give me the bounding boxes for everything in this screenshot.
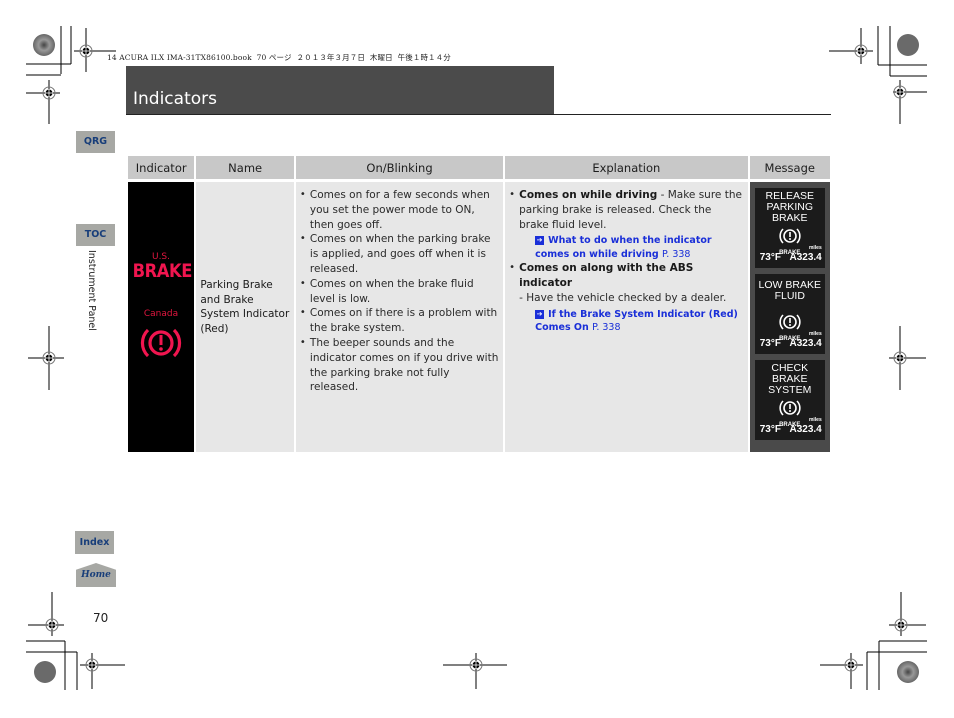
message-cell: RELEASE PARKING BRAKE BRAKE miles 73°F A… [749, 182, 830, 452]
message-display: RELEASE PARKING BRAKE BRAKE miles 73°F A… [754, 188, 825, 268]
name-cell: Parking Brake and Brake System Indicator… [196, 182, 294, 452]
message-display: LOW BRAKE FLUID BRAKE miles 73°F A323.4 [754, 274, 825, 354]
table-header-row: Indicator Name On/Blinking Explanation M… [128, 156, 830, 179]
temperature: 73°F [759, 338, 781, 350]
page-number: 70 [93, 611, 109, 625]
brake-warning-icon [140, 328, 182, 358]
toc-button[interactable]: TOC [76, 224, 115, 246]
header-indicator: Indicator [128, 156, 195, 179]
index-button[interactable]: Index [75, 531, 114, 554]
message-text: CHECK BRAKE SYSTEM [768, 362, 812, 396]
list-item: Comes on for a few seconds when you set … [296, 188, 499, 232]
odometer: A323.4 [789, 424, 822, 436]
link-text[interactable]: If the Brake System Indicator (Red) Come… [535, 309, 738, 334]
list-item: The beeper sounds and the indicator come… [296, 336, 499, 395]
message-display: CHECK BRAKE SYSTEM BRAKE miles 73°F A323… [754, 360, 825, 440]
indicator-table: Indicator Name On/Blinking Explanation M… [126, 156, 832, 452]
cross-reference-link[interactable]: ➔ What to do when the indicator comes on … [519, 234, 743, 261]
message-text: LOW BRAKE FLUID [758, 279, 821, 302]
section-label: Instrument Panel [86, 250, 97, 331]
brake-text-indicator: BRAKE [132, 260, 193, 282]
on-blinking-cell: Comes on for a few seconds when you set … [295, 182, 504, 452]
indicator-cell: U.S. BRAKE Canada [128, 182, 195, 452]
message-text: RELEASE PARKING BRAKE [765, 190, 814, 224]
explanation-heading: Comes on along with the ABS indicator [519, 262, 694, 290]
indicator-name: Parking Brake and Brake System Indicator… [200, 278, 290, 336]
cross-reference-link[interactable]: ➔ If the Brake System Indicator (Red) Com… [519, 308, 743, 335]
explanation-text: - Have the vehicle checked by a dealer. [519, 291, 727, 304]
link-page[interactable]: P. 338 [592, 322, 620, 333]
arrow-right-icon: ➔ [535, 236, 545, 246]
link-page[interactable]: P. 338 [662, 249, 690, 260]
qrg-button[interactable]: QRG [76, 131, 115, 153]
arrow-right-icon: ➔ [535, 309, 545, 319]
header-explanation: Explanation [505, 156, 748, 179]
odometer: A323.4 [789, 252, 822, 264]
temperature: 73°F [759, 424, 781, 436]
list-item: Comes on when the brake fluid level is l… [296, 277, 499, 307]
list-item: Comes on along with the ABS indicator - … [505, 261, 743, 334]
explanation-cell: Comes on while driving - Make sure the p… [505, 182, 748, 452]
print-header: 14 ACURA ILX IMA-31TX86100.book 70 ページ ２… [107, 53, 451, 62]
header-message: Message [749, 156, 830, 179]
home-button[interactable]: Home [76, 563, 116, 587]
explanation-heading: Comes on while driving [519, 189, 658, 201]
list-item: Comes on while driving - Make sure the p… [505, 188, 743, 261]
brake-warning-icon [779, 314, 801, 330]
header-name: Name [196, 156, 294, 179]
list-item: Comes on when the parking brake is appli… [296, 232, 499, 276]
brake-warning-icon [779, 228, 801, 244]
title-divider [126, 114, 831, 115]
odometer: A323.4 [789, 338, 822, 350]
home-label: Home [81, 570, 111, 580]
temperature: 73°F [759, 252, 781, 264]
brake-warning-icon [779, 400, 801, 416]
canada-label: Canada [143, 309, 179, 319]
list-item: Comes on if there is a problem with the … [296, 306, 499, 336]
header-on-blinking: On/Blinking [295, 156, 504, 179]
table-row: U.S. BRAKE Canada Parking Brake and Brak… [128, 182, 830, 452]
page-title: Indicators [133, 89, 217, 109]
